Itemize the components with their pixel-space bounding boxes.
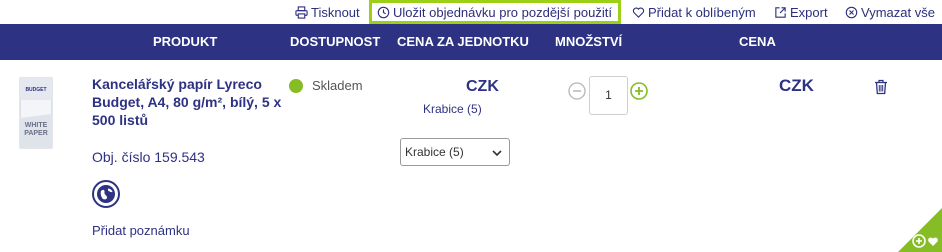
- export-button[interactable]: Export: [774, 3, 828, 21]
- clear-all-button[interactable]: Vymazat vše: [845, 3, 935, 21]
- product-image[interactable]: BUDGET WHITE PAPER: [14, 74, 58, 152]
- product-number: Obj. číslo 159.543: [92, 149, 205, 165]
- header-cena: CENA: [739, 34, 776, 49]
- quantity-input[interactable]: 1: [589, 76, 628, 115]
- unit-description: Krabice (5): [423, 102, 482, 116]
- favorites-label: Přidat k oblíbeným: [648, 4, 756, 20]
- printer-icon: [295, 5, 308, 19]
- total-price: CZK: [779, 76, 814, 95]
- trash-icon[interactable]: [874, 79, 888, 95]
- save-order-label: Uložit objednávku pro pozdější použití: [393, 4, 612, 20]
- decrease-quantity-icon[interactable]: [568, 82, 586, 100]
- header-dostupnost: DOSTUPNOST: [290, 34, 381, 49]
- increase-quantity-icon[interactable]: [630, 82, 648, 100]
- header-cena-za-jednotku: CENA ZA JEDNOTKU: [397, 34, 529, 49]
- image-brand-text: BUDGET: [25, 87, 46, 93]
- chevron-down-icon: [492, 150, 502, 157]
- unit-price: CZK: [466, 78, 499, 95]
- save-order-button[interactable]: Uložit objednávku pro pozdější použití: [369, 0, 621, 24]
- external-link-icon: [775, 6, 786, 18]
- add-to-favorites-corner-badge[interactable]: [898, 208, 942, 252]
- unit-select-value: Krabice (5): [405, 145, 464, 159]
- clock-icon: [377, 6, 390, 18]
- table-header: PRODUKT DOSTUPNOST CENA ZA JEDNOTKU MNOŽ…: [0, 24, 942, 60]
- product-title[interactable]: Kancelářský papír Lyreco Budget, A4, 80 …: [92, 75, 282, 129]
- add-to-favorites-button[interactable]: Přidat k oblíbeným: [632, 3, 756, 21]
- unit-select[interactable]: Krabice (5): [400, 138, 510, 166]
- export-label: Export: [790, 4, 828, 20]
- header-produkt: PRODUKT: [153, 34, 218, 49]
- print-button[interactable]: Tisknout: [295, 3, 360, 21]
- action-toolbar: Tisknout Uložit objednávku pro pozdější …: [0, 0, 942, 24]
- stock-status: Skladem: [289, 78, 363, 93]
- print-label: Tisknout: [311, 4, 360, 20]
- globe-icon[interactable]: [92, 180, 120, 208]
- clear-all-label: Vymazat vše: [861, 4, 935, 20]
- image-line1-text: WHITE: [25, 122, 48, 129]
- add-note-link[interactable]: Přidat poznámku: [92, 223, 190, 238]
- image-line2-text: PAPER: [24, 130, 48, 137]
- close-circle-icon: [845, 6, 858, 18]
- heart-icon: [632, 7, 645, 18]
- stock-label: Skladem: [312, 78, 363, 93]
- header-mnozstvi: MNOŽSTVÍ: [555, 34, 623, 49]
- in-stock-dot-icon: [289, 78, 303, 93]
